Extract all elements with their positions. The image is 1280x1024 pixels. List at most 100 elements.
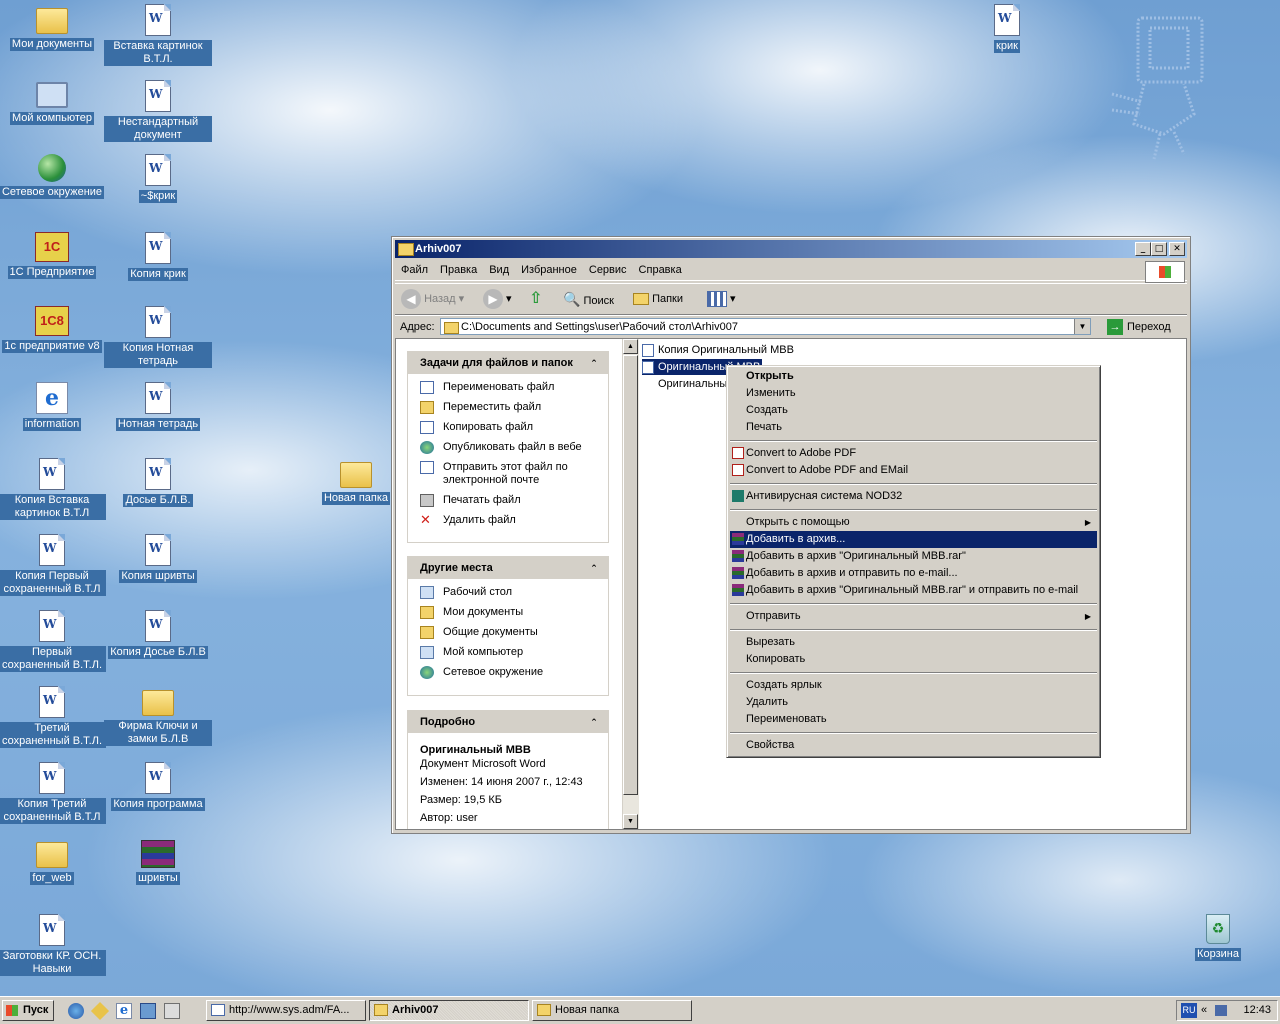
desktop-icon-zagotovki[interactable]: Заготовки КР. ОСН. Навыки <box>0 914 106 976</box>
address-input[interactable]: C:\Documents and Settings\user\Рабочий с… <box>440 318 1091 335</box>
menu-item-send-to[interactable]: Отправить ▶ <box>730 608 1097 625</box>
desktop-icon-tilde-krik[interactable]: ~$крик <box>104 154 212 203</box>
desktop-icon-copy-first-saved[interactable]: Копия Первый сохраненный В.Т.Л <box>0 534 106 596</box>
address-dropdown-icon[interactable]: ▼ <box>1074 319 1090 334</box>
task-button-arhiv007[interactable]: Arhiv007 <box>369 1000 529 1021</box>
desktop-icon-fonts-rar[interactable]: шривты <box>104 838 212 885</box>
quicklaunch-desktop-icon[interactable] <box>68 1003 84 1019</box>
menu-item-rename[interactable]: Переименовать <box>730 711 1097 728</box>
scroll-up-icon[interactable]: ▲ <box>623 339 638 354</box>
views-button[interactable]: ▾ <box>707 288 736 310</box>
desktop-icon-third-saved[interactable]: Третий сохраненный В.Т.Л. <box>0 686 106 748</box>
desktop-icon-krik[interactable]: крик <box>953 4 1061 53</box>
maximize-button[interactable]: □ <box>1151 242 1167 256</box>
task-print[interactable]: Печатать файл <box>408 494 608 507</box>
go-button[interactable]: → Переход <box>1107 318 1171 336</box>
menu-item-add-rar-email[interactable]: Добавить в архив "Оригинальный МВВ.rar" … <box>730 582 1097 599</box>
scroll-down-icon[interactable]: ▼ <box>623 814 638 829</box>
desktop-icon-first-saved[interactable]: Первый сохраненный В.Т.Л. <box>0 610 106 672</box>
menu-item-nod32[interactable]: Антивирусная система NOD32 <box>730 488 1097 505</box>
menu-item-copy[interactable]: Копировать <box>730 651 1097 668</box>
file-item[interactable]: Копия Оригинальный МВВ <box>642 342 794 358</box>
desktop-icon-copy-fonts[interactable]: Копия шривты <box>104 534 212 583</box>
task-delete[interactable]: ✕ Удалить файл <box>408 514 608 527</box>
search-button[interactable]: 🔍 Поиск <box>563 288 614 310</box>
desktop-icon-copy-vstavka[interactable]: Копия Вставка картинок В.Т.Л <box>0 458 106 520</box>
menu-item-add-archive-email[interactable]: Добавить в архив и отправить по e-mail..… <box>730 565 1097 582</box>
menu-tools[interactable]: Сервис <box>583 260 633 280</box>
menu-item-print[interactable]: Печать <box>730 419 1097 436</box>
folders-button[interactable]: Папки <box>633 288 683 310</box>
collapse-icon[interactable]: ⌃ <box>588 562 600 574</box>
close-button[interactable]: ✕ <box>1169 242 1185 256</box>
place-my-computer[interactable]: Мой компьютер <box>408 646 608 659</box>
menu-view[interactable]: Вид <box>483 260 515 280</box>
desktop-icon-for-web[interactable]: for_web <box>0 838 106 885</box>
desktop-icon-dossier[interactable]: Досье Б.Л.В. <box>104 458 212 507</box>
desktop-icon-firm-keys[interactable]: Фирма Ключи и замки Б.Л.В <box>104 686 212 746</box>
desktop-icon-my-computer[interactable]: Мой компьютер <box>0 80 106 125</box>
forward-button[interactable]: ▶ ▾ <box>483 288 512 310</box>
file-tasks-header[interactable]: Задачи для файлов и папок ⌃ <box>408 352 608 374</box>
task-email[interactable]: Отправить этот файл по электронной почте <box>408 461 608 487</box>
other-places-header[interactable]: Другие места ⌃ <box>408 557 608 579</box>
quicklaunch-notepad-icon[interactable] <box>164 1003 180 1019</box>
menu-item-delete[interactable]: Удалить <box>730 694 1097 711</box>
desktop-icon-my-documents[interactable]: Мои документы <box>0 4 106 51</box>
menu-edit[interactable]: Правка <box>434 260 483 280</box>
network-tray-icon[interactable] <box>1215 1005 1227 1016</box>
task-button-browser[interactable]: http://www.sys.adm/FA... <box>206 1000 366 1021</box>
menu-item-add-to-rar[interactable]: Добавить в архив "Оригинальный МВВ.rar" <box>730 548 1097 565</box>
quicklaunch-pen-icon[interactable] <box>90 1001 110 1021</box>
quicklaunch-ie-icon[interactable]: e <box>116 1003 132 1019</box>
desktop-icon-nonstandard[interactable]: Нестандартный документ <box>104 80 212 142</box>
task-copy[interactable]: Копировать файл <box>408 421 608 434</box>
desktop-icon-1c[interactable]: 1С 1С Предприятие <box>0 232 106 279</box>
start-button[interactable]: Пуск <box>2 1000 54 1021</box>
desktop-icon-copy-dossier[interactable]: Копия Досье Б.Л.В <box>104 610 212 659</box>
menu-file[interactable]: Файл <box>395 260 434 280</box>
window-titlebar[interactable]: Arhiv007 _ □ ✕ <box>395 240 1187 258</box>
menu-item-properties[interactable]: Свойства <box>730 737 1097 754</box>
task-move[interactable]: Переместить файл <box>408 401 608 414</box>
desktop-icon-new-folder[interactable]: Новая папка <box>316 458 396 505</box>
task-rename[interactable]: Переименовать файл <box>408 381 608 394</box>
place-my-documents[interactable]: Мои документы <box>408 606 608 619</box>
collapse-icon[interactable]: ⌃ <box>588 716 600 728</box>
desktop-icon-vstavka[interactable]: Вставка картинок В.Т.Л. <box>104 4 212 66</box>
desktop-icon-copy-krik[interactable]: Копия крик <box>104 232 212 281</box>
task-button-new-folder[interactable]: Новая папка <box>532 1000 692 1021</box>
menu-item-open-with[interactable]: Открыть с помощью ▶ <box>730 514 1097 531</box>
desktop-icon-notebook[interactable]: Нотная тетрадь <box>104 382 212 431</box>
menu-help[interactable]: Справка <box>633 260 688 280</box>
tray-expand-icon[interactable]: « <box>1201 1001 1207 1020</box>
details-header[interactable]: Подробно ⌃ <box>408 711 608 733</box>
desktop-icon-copy-program[interactable]: Копия программа <box>104 762 212 811</box>
desktop-icon-network[interactable]: Сетевое окружение <box>0 154 106 199</box>
task-publish[interactable]: Опубликовать файл в вебе <box>408 441 608 454</box>
place-network[interactable]: Сетевое окружение <box>408 666 608 679</box>
collapse-icon[interactable]: ⌃ <box>588 357 600 369</box>
desktop-icon-1c-v8[interactable]: 1С8 1с предприятие v8 <box>0 306 106 353</box>
menu-item-convert-pdf-email[interactable]: Convert to Adobe PDF and EMail <box>730 462 1097 479</box>
menu-item-cut[interactable]: Вырезать <box>730 634 1097 651</box>
language-indicator[interactable]: RU <box>1181 1003 1197 1018</box>
up-button[interactable]: ⇧ <box>529 288 542 310</box>
place-desktop[interactable]: Рабочий стол <box>408 586 608 599</box>
desktop-icon-copy-third-saved[interactable]: Копия Третий сохраненный В.Т.Л <box>0 762 106 824</box>
menu-item-create-shortcut[interactable]: Создать ярлык <box>730 677 1097 694</box>
quicklaunch-outlook-icon[interactable] <box>140 1003 156 1019</box>
file-item[interactable]: Оригинальный <box>642 376 733 392</box>
desktop-icon-information[interactable]: e information <box>0 382 106 431</box>
task-pane-scrollbar[interactable]: ▲ ▼ <box>622 339 639 829</box>
desktop-icon-copy-notebook[interactable]: Копия Нотная тетрадь <box>104 306 212 368</box>
place-shared-documents[interactable]: Общие документы <box>408 626 608 639</box>
menu-item-new[interactable]: Создать <box>730 402 1097 419</box>
scroll-thumb[interactable] <box>623 355 638 795</box>
menu-item-edit[interactable]: Изменить <box>730 385 1097 402</box>
minimize-button[interactable]: _ <box>1135 242 1151 256</box>
menu-item-add-to-archive[interactable]: Добавить в архив... <box>730 531 1097 548</box>
menu-item-open[interactable]: Открыть <box>730 368 1097 385</box>
menu-favorites[interactable]: Избранное <box>515 260 583 280</box>
back-button[interactable]: ◀ Назад ▾ <box>401 288 464 310</box>
